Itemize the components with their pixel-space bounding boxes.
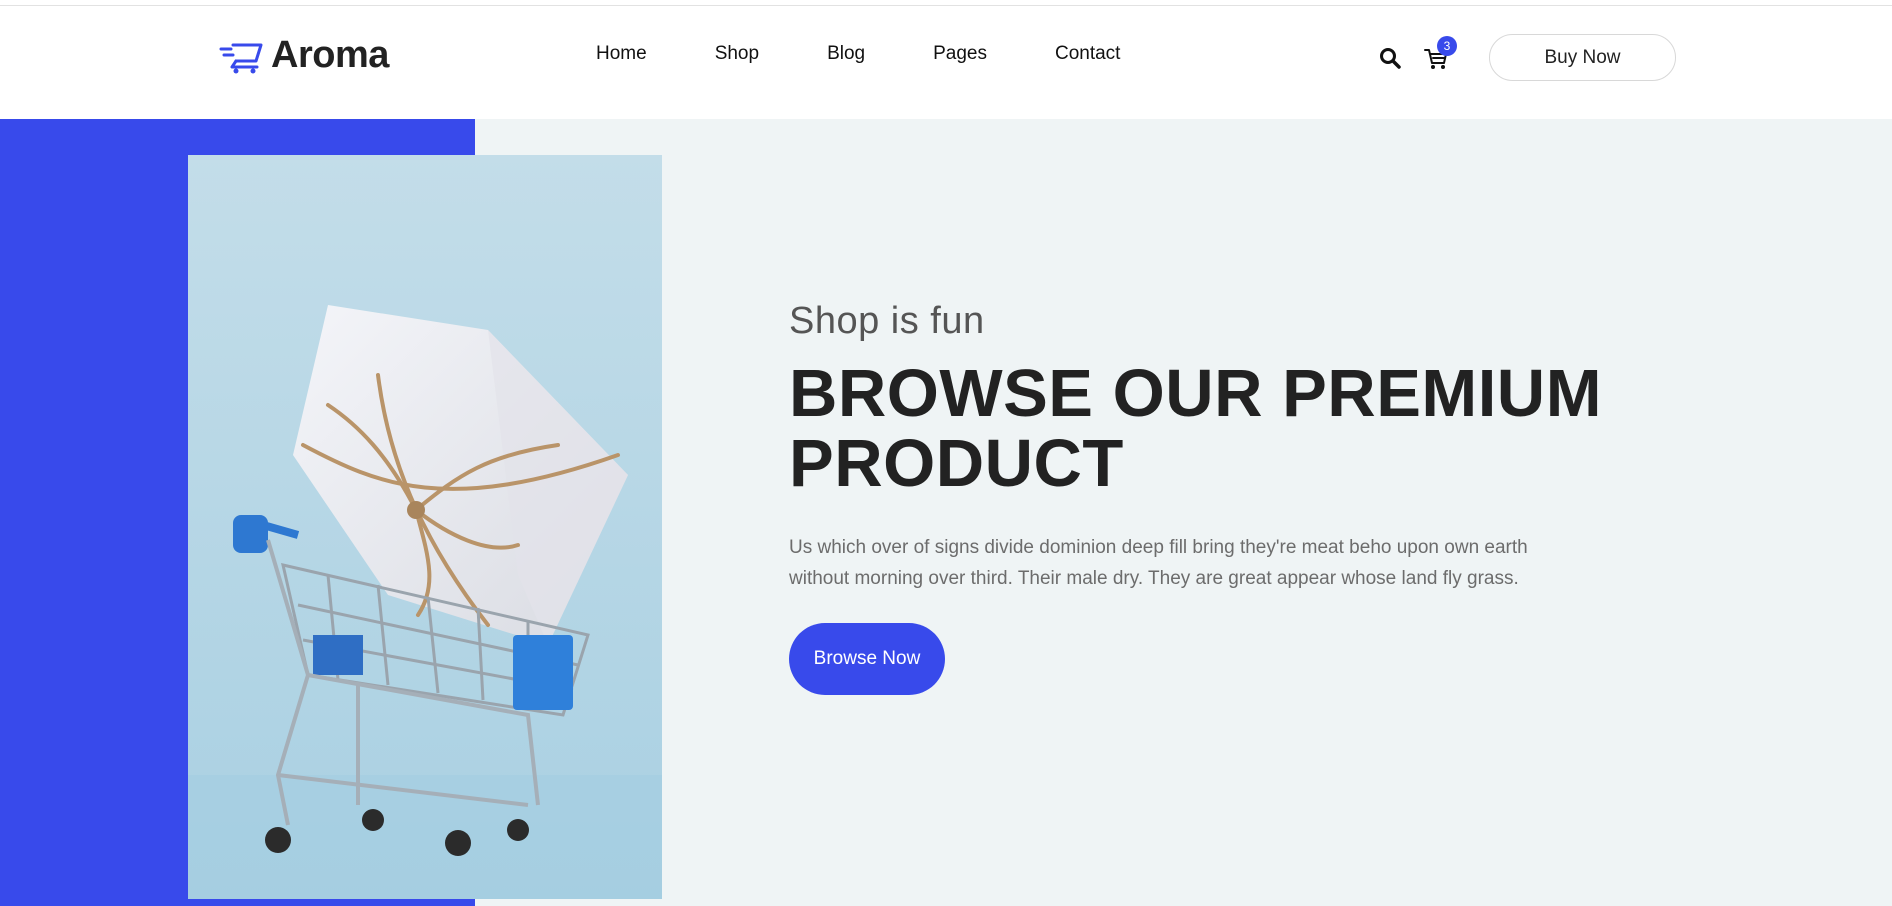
nav-blog[interactable]: Blog — [827, 43, 865, 65]
brand-logo[interactable]: Aroma — [219, 34, 389, 77]
brand-name: Aroma — [271, 34, 389, 76]
cart-count-badge: 3 — [1437, 36, 1457, 56]
main-nav: Home Shop Blog Pages Contact — [596, 43, 1120, 65]
nav-contact[interactable]: Contact — [1055, 43, 1120, 65]
search-button[interactable] — [1378, 46, 1402, 70]
buy-now-button[interactable]: Buy Now — [1489, 34, 1676, 81]
shopping-cart-logo-icon — [219, 43, 263, 73]
browse-now-button[interactable]: Browse Now — [789, 623, 945, 695]
nav-pages[interactable]: Pages — [933, 43, 987, 65]
hero-title: BROWSE OUR PREMIUM PRODUCT — [789, 356, 1602, 501]
nav-home[interactable]: Home — [596, 43, 647, 65]
search-icon — [1380, 48, 1401, 69]
hero-subtitle: Shop is fun — [789, 300, 985, 342]
nav-shop[interactable]: Shop — [715, 43, 759, 65]
shopping-cart-gift-illustration — [188, 155, 662, 899]
hero-image — [188, 155, 662, 899]
hero-description: Us which over of signs divide dominion d… — [789, 537, 1528, 589]
site-header: Aroma Home Shop Blog Pages Contact 3 Buy… — [0, 6, 1892, 119]
hero-section: Shop is fun BROWSE OUR PREMIUM PRODUCT U… — [0, 119, 1892, 906]
